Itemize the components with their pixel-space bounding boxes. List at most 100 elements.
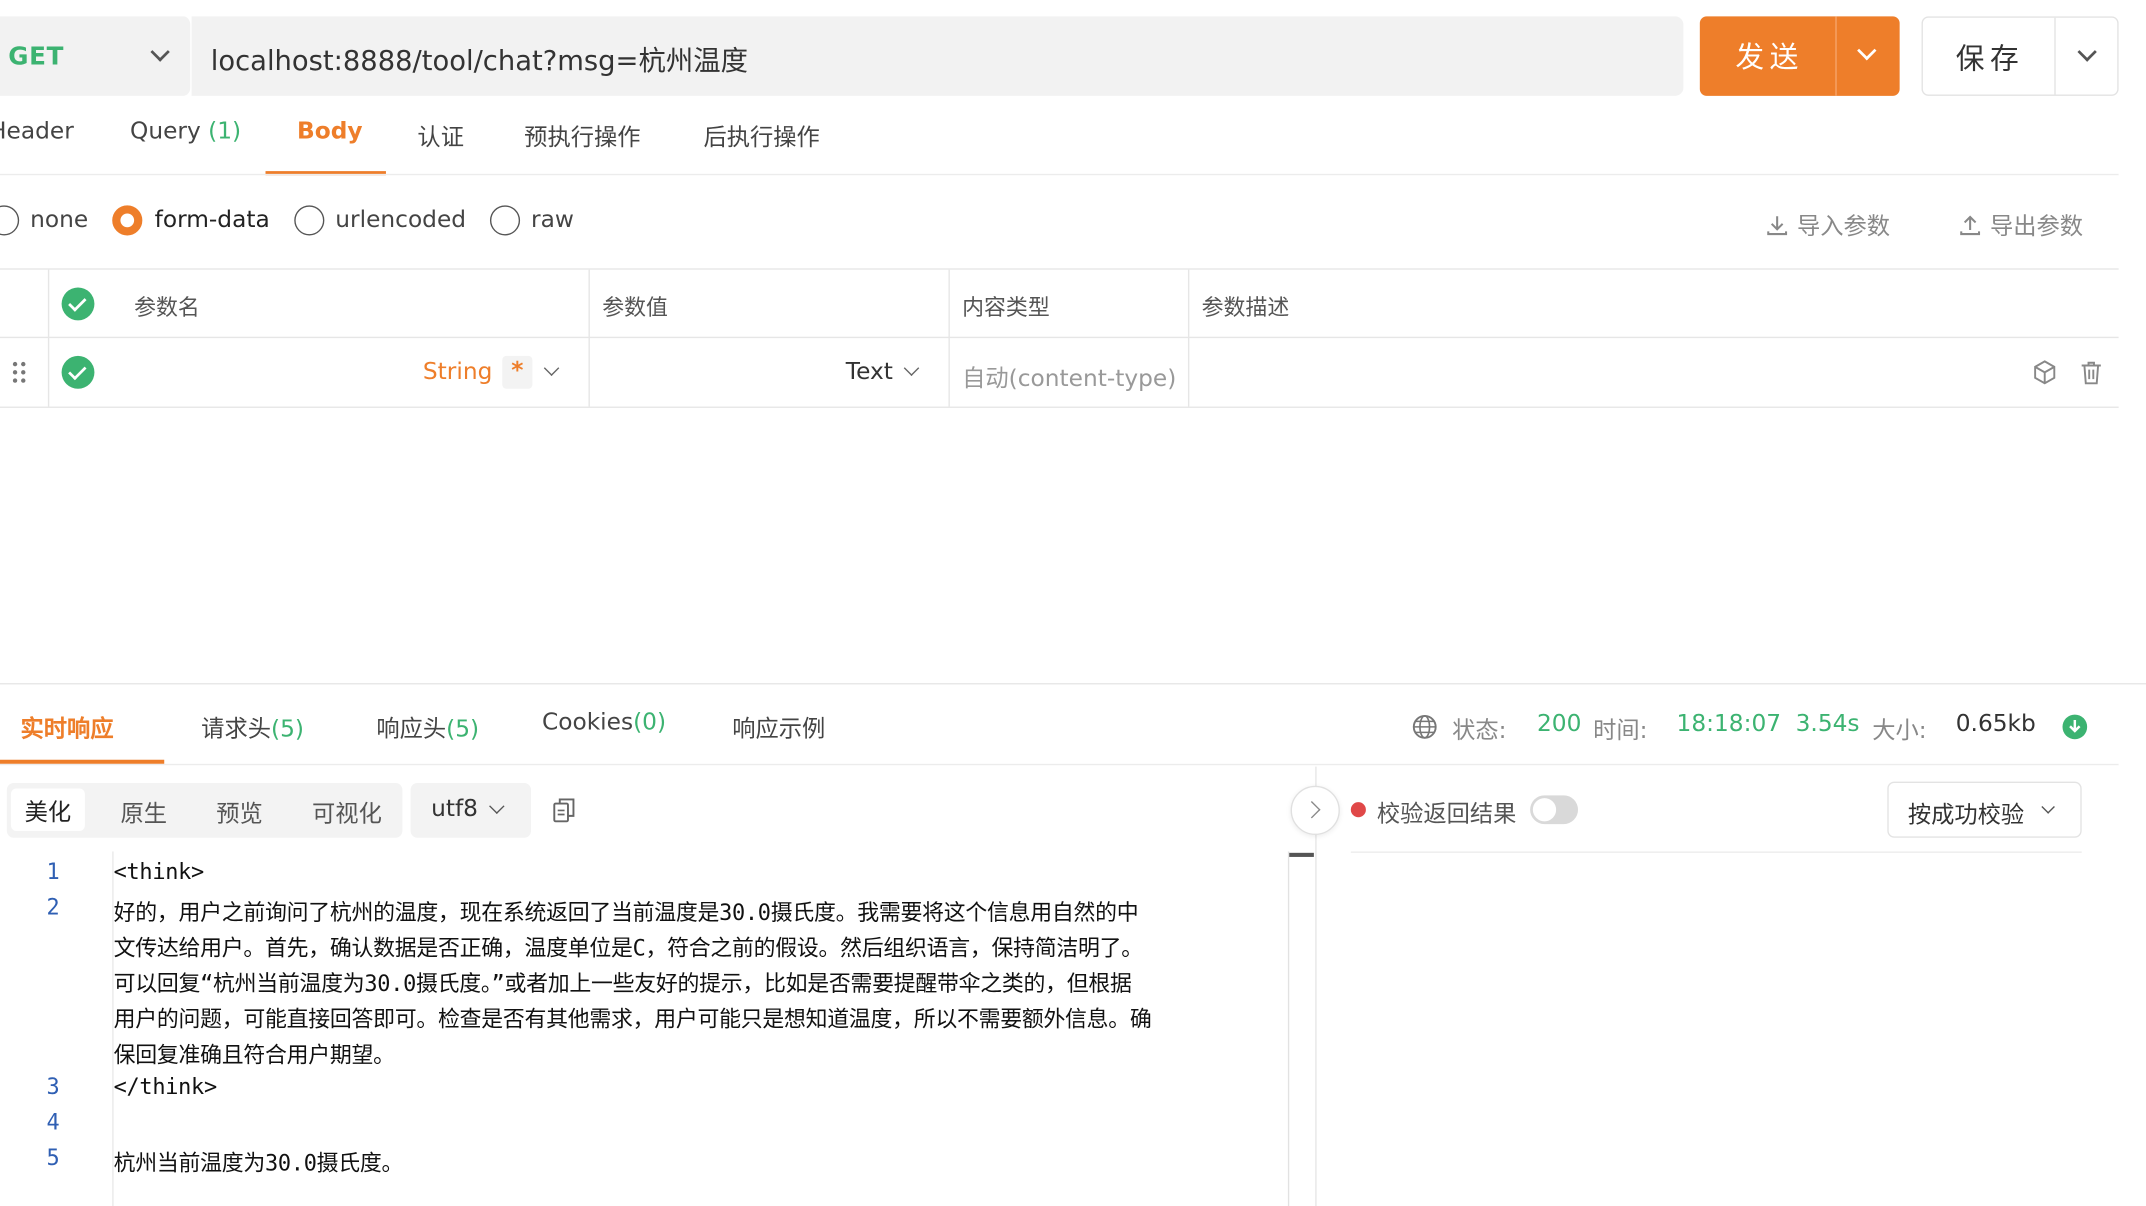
row-checkbox[interactable]	[61, 355, 95, 389]
param-name-input[interactable]	[134, 357, 408, 387]
header-content-type: 内容类型	[962, 294, 1050, 321]
verify-mode-label: 按成功校验	[1907, 802, 2025, 830]
col-divider	[948, 269, 950, 407]
upload-icon	[1960, 215, 1981, 236]
status-dot	[1350, 802, 1366, 818]
radio-urlencoded[interactable]	[294, 205, 325, 236]
divider	[0, 173, 2119, 176]
tab-body[interactable]: Body	[297, 118, 363, 145]
scrollbar[interactable]	[1287, 851, 1315, 1206]
description-input[interactable]	[1202, 357, 1996, 387]
url-text: localhost:8888/tool/chat?msg=杭州温度	[210, 43, 748, 77]
divider	[0, 763, 2119, 766]
divider	[1350, 851, 2082, 853]
tab-realtime-response[interactable]: 实时响应	[21, 709, 114, 743]
verify-mode-select[interactable]: 按成功校验	[1887, 781, 2082, 838]
tab-header[interactable]: Header	[0, 118, 74, 145]
tab-query[interactable]: Query (1)	[130, 118, 241, 145]
trash-icon[interactable]	[2078, 359, 2105, 386]
encoding-select[interactable]: utf8	[410, 783, 532, 838]
chevron-down-icon	[150, 42, 170, 62]
param-type-select[interactable]: String	[423, 359, 492, 386]
radio-raw[interactable]	[489, 205, 521, 236]
save-button[interactable]: 保存	[1921, 16, 2119, 96]
verify-label: 校验返回结果	[1376, 800, 1517, 829]
response-time: 18:18:07	[1676, 710, 1782, 738]
scroll-thumb[interactable]	[1289, 852, 1314, 857]
tab-cookies[interactable]: Cookies(0)	[542, 709, 666, 736]
save-label: 保存	[1955, 42, 2025, 76]
radio-form-data[interactable]	[112, 205, 143, 236]
view-preview[interactable]: 预览	[216, 794, 263, 828]
col-divider	[47, 269, 50, 407]
time-label: 时间:	[1593, 717, 1648, 745]
download-circle-icon[interactable]	[2061, 713, 2088, 740]
send-label: 发送	[1735, 41, 1804, 74]
code-line: 好的，用户之前询问了杭州的温度，现在系统返回了当前温度是30.0摄氏度。我需要将…	[113, 899, 1139, 926]
radio-raw-label[interactable]: raw	[531, 207, 574, 234]
radio-form-data-label[interactable]: form-data	[155, 207, 270, 234]
send-button[interactable]: 发送	[1699, 16, 1900, 96]
code-line: 杭州当前温度为30.0摄氏度。	[113, 1149, 404, 1176]
line-number: 2	[46, 893, 60, 920]
url-input[interactable]: localhost:8888/tool/chat?msg=杭州温度	[191, 16, 1684, 96]
copy-icon[interactable]	[550, 797, 577, 824]
col-divider	[588, 269, 590, 407]
chevron-down-icon[interactable]	[903, 360, 920, 376]
code-line: 用户的问题，可能直接回答即可。检查是否有其他需求，用户可能只是想知道温度，所以不…	[113, 1006, 1152, 1033]
save-divider	[2054, 17, 2056, 95]
import-params-button[interactable]: 导入参数	[1766, 207, 1890, 241]
export-params-button[interactable]: 导出参数	[1958, 207, 2083, 241]
chevron-down-icon[interactable]	[2077, 42, 2097, 62]
globe-icon[interactable]	[1411, 713, 1438, 740]
download-icon	[1767, 216, 1788, 236]
response-size: 0.65kb	[1955, 710, 2036, 738]
content-type-input[interactable]: 自动(content-type)	[962, 359, 1176, 392]
toggle-knob	[1532, 798, 1557, 822]
select-all-checkbox[interactable]	[61, 287, 95, 321]
status-label: 状态:	[1452, 717, 1507, 745]
required-badge[interactable]: *	[502, 355, 533, 389]
verify-toggle[interactable]	[1530, 795, 1579, 825]
send-divider	[1835, 16, 1837, 96]
response-duration: 3.54s	[1795, 710, 1860, 738]
tab-response-headers[interactable]: 响应头(5)	[376, 709, 479, 743]
col-divider	[1187, 269, 1190, 407]
row-divider	[0, 336, 2119, 339]
radio-none-label[interactable]: none	[30, 207, 88, 234]
code-line: <think>	[113, 858, 205, 885]
header-description: 参数描述	[1201, 294, 1290, 321]
params-table: 参数名 参数值 内容类型 参数描述 String * Text 自动(conte…	[0, 268, 2119, 408]
drag-handle-icon[interactable]	[11, 360, 27, 385]
header-param-name: 参数名	[134, 294, 200, 321]
chevron-down-icon	[489, 798, 505, 815]
line-number: 5	[46, 1144, 60, 1171]
tab-request-headers[interactable]: 请求头(5)	[201, 709, 304, 743]
method-label: GET	[8, 42, 65, 72]
radio-none[interactable]	[0, 205, 20, 236]
chevron-down-icon[interactable]	[543, 360, 560, 376]
code-line: 保回复准确且符合用户期望。	[113, 1041, 395, 1068]
line-number: 1	[46, 858, 60, 885]
line-number: 4	[46, 1108, 60, 1135]
response-divider	[0, 683, 2146, 685]
header-param-value: 参数值	[602, 294, 668, 321]
encoding-label: utf8	[431, 795, 478, 823]
method-select[interactable]: GET	[0, 16, 192, 96]
cube-icon[interactable]	[2031, 359, 2058, 386]
code-line: </think>	[113, 1073, 218, 1100]
tab-response-example[interactable]: 响应示例	[732, 709, 825, 743]
view-visualize[interactable]: 可视化	[312, 794, 382, 828]
tab-auth[interactable]: 认证	[417, 118, 464, 152]
view-raw[interactable]: 原生	[120, 794, 167, 828]
status-code: 200	[1536, 710, 1582, 738]
view-mode-group: 美化 原生 预览 可视化	[6, 783, 403, 838]
chevron-right-icon	[1303, 800, 1321, 819]
chevron-down-icon[interactable]	[1857, 40, 1877, 61]
expand-pane-button[interactable]	[1290, 785, 1340, 836]
view-pretty[interactable]: 美化	[10, 788, 85, 831]
tab-post-script[interactable]: 后执行操作	[703, 118, 819, 152]
value-type-select[interactable]: Text	[846, 359, 893, 386]
radio-urlencoded-label[interactable]: urlencoded	[335, 207, 466, 234]
tab-pre-script[interactable]: 预执行操作	[524, 118, 640, 152]
